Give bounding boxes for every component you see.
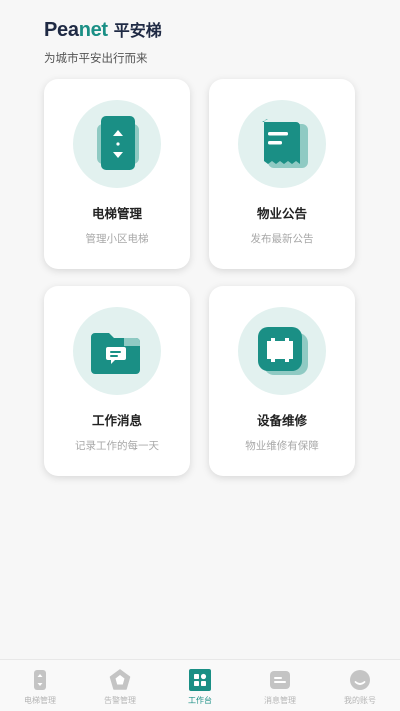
notice-icon-bg: [238, 100, 326, 188]
alert-icon: [109, 669, 131, 690]
account-icon: [350, 670, 370, 690]
tab-label: 消息管理: [264, 696, 296, 705]
card-equipment-repair[interactable]: 设备维修 物业维修有保障: [209, 286, 355, 476]
message-folder-icon: [91, 333, 140, 374]
elevator-icon-bg: [73, 100, 161, 188]
repair-device-icon: [258, 327, 308, 375]
card-title: 物业公告: [256, 206, 307, 221]
bottom-tab-bar: 电梯管理 告警管理 工作台 消息管理 我的账号: [0, 659, 400, 711]
tab-message-management[interactable]: 消息管理: [240, 660, 320, 711]
elevator-icon: [34, 670, 46, 690]
card-description: 物业维修有保障: [245, 440, 319, 452]
card-description: 发布最新公告: [250, 233, 314, 245]
card-description: 管理小区电梯: [85, 233, 149, 245]
workbench-icon: [189, 669, 211, 691]
brand-logo: Peanet: [44, 19, 108, 41]
notice-icon: [262, 119, 308, 168]
tab-label: 工作台: [188, 696, 212, 705]
elevator-icon: [97, 116, 139, 170]
app-slogan: 为城市平安出行而来: [44, 51, 148, 65]
tab-label: 电梯管理: [24, 696, 56, 705]
repair-device-icon-bg: [238, 307, 326, 395]
tab-label: 告警管理: [104, 696, 136, 705]
card-property-notice[interactable]: 物业公告 发布最新公告: [209, 79, 355, 269]
card-title: 设备维修: [256, 413, 307, 428]
tab-workbench[interactable]: 工作台: [160, 660, 240, 711]
card-description: 记录工作的每一天: [75, 440, 159, 452]
card-work-messages[interactable]: 工作消息 记录工作的每一天: [44, 286, 190, 476]
tab-my-account[interactable]: 我的账号: [320, 660, 400, 711]
message-folder-icon-bg: [73, 307, 161, 395]
app-title: 平安梯: [113, 21, 162, 40]
tab-label: 我的账号: [344, 696, 376, 705]
tab-alert-management[interactable]: 告警管理: [80, 660, 160, 711]
brand-header: Peanet 平安梯: [44, 17, 162, 42]
message-icon: [270, 671, 290, 689]
tab-elevator-management[interactable]: 电梯管理: [0, 660, 80, 711]
card-elevator-management[interactable]: 电梯管理 管理小区电梯: [44, 79, 190, 269]
card-title: 电梯管理: [91, 206, 142, 221]
workbench-page: Peanet 平安梯 为城市平安出行而来 电梯管理 管理小区电梯 物业公告 发布…: [0, 0, 400, 711]
card-title: 工作消息: [91, 413, 142, 428]
